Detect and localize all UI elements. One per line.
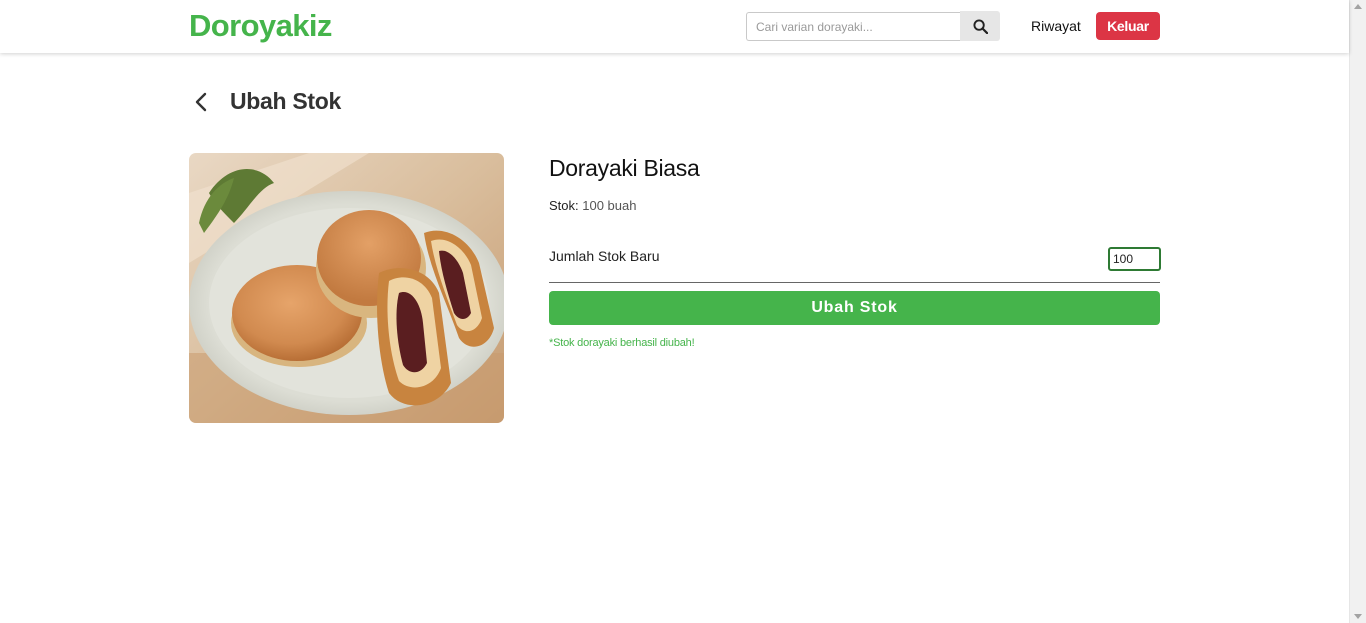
- search-input[interactable]: [746, 12, 960, 41]
- new-stock-label: Jumlah Stok Baru: [549, 248, 660, 264]
- update-stock-button[interactable]: Ubah Stok: [549, 291, 1160, 325]
- search-button[interactable]: [960, 11, 1000, 41]
- brand-logo[interactable]: Doroyakiz: [189, 8, 332, 44]
- stock-value: 100 buah: [582, 198, 637, 213]
- page-title: Ubah Stok: [230, 88, 342, 114]
- navbar: Doroyakiz Riwayat Keluar: [0, 0, 1349, 53]
- page: Doroyakiz Riwayat Keluar Ubah Stok: [0, 0, 1366, 623]
- chevron-left-icon: [195, 92, 207, 112]
- new-stock-input[interactable]: [1108, 247, 1161, 271]
- product-image: [189, 153, 504, 423]
- current-stock: Stok: 100 buah: [549, 198, 636, 213]
- stock-label: Stok:: [549, 198, 579, 213]
- logout-button[interactable]: Keluar: [1096, 12, 1160, 40]
- success-message: *Stok dorayaki berhasil diubah!: [549, 337, 695, 349]
- scroll-up-icon[interactable]: [1354, 4, 1362, 9]
- product-name: Dorayaki Biasa: [549, 155, 700, 181]
- back-button[interactable]: [189, 89, 213, 115]
- search-icon: [972, 18, 988, 34]
- scroll-down-icon[interactable]: [1354, 614, 1362, 619]
- vertical-scrollbar[interactable]: [1349, 0, 1366, 623]
- divider: [549, 282, 1160, 283]
- nav-link-history[interactable]: Riwayat: [1031, 18, 1081, 34]
